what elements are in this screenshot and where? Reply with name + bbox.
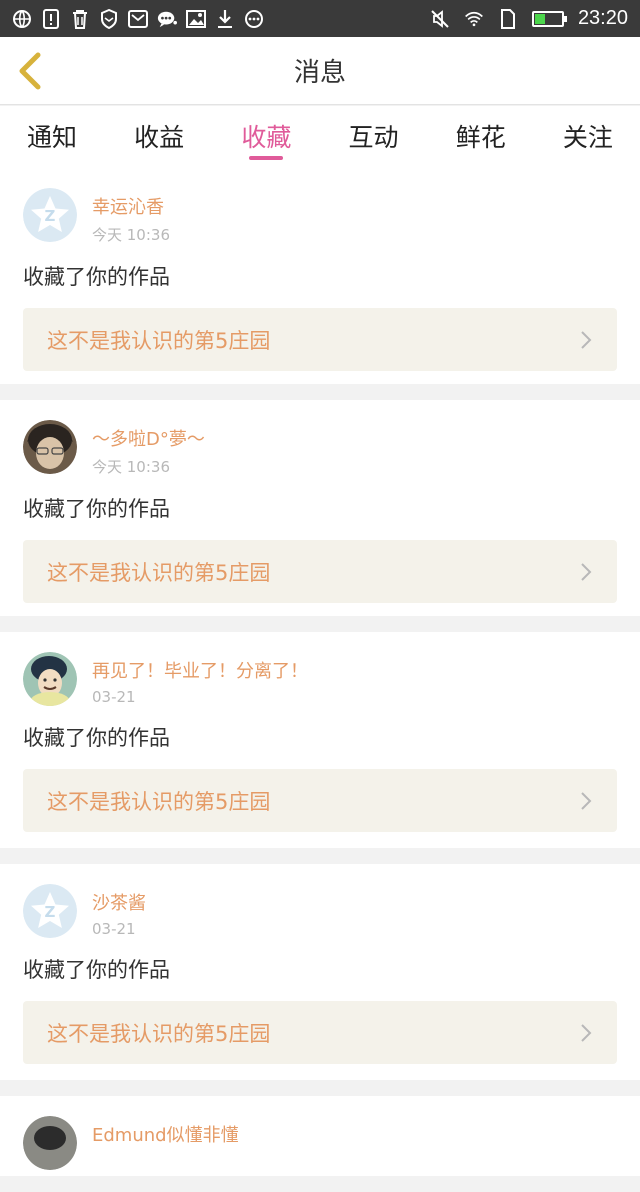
work-link[interactable]: 这不是我认识的第5庄园 bbox=[23, 769, 617, 832]
timestamp: 今天 10:36 bbox=[92, 458, 170, 476]
username[interactable]: 幸运沁香 bbox=[92, 193, 170, 219]
status-bar-notifications bbox=[12, 8, 264, 29]
work-link[interactable]: 这不是我认识的第5庄园 bbox=[23, 540, 617, 603]
chevron-right-icon bbox=[579, 561, 593, 583]
svg-text:Z: Z bbox=[45, 903, 56, 921]
chevron-right-icon bbox=[579, 790, 593, 812]
list-item: ～多啦D°夢～ 今天 10:36 收藏了你的作品 这不是我认识的第5庄园 bbox=[0, 400, 640, 616]
list-item: Z 幸运沁香 今天 10:36 收藏了你的作品 这不是我认识的第5庄园 bbox=[0, 168, 640, 384]
action-text: 收藏了你的作品 bbox=[23, 726, 170, 750]
work-title: 这不是我认识的第5庄园 bbox=[47, 789, 271, 814]
timestamp: 03-21 bbox=[92, 688, 136, 706]
avatar[interactable]: Z bbox=[23, 884, 77, 938]
chevron-right-icon bbox=[579, 329, 593, 351]
timestamp: 03-21 bbox=[92, 920, 136, 938]
action-text: 收藏了你的作品 bbox=[23, 497, 170, 521]
avatar[interactable] bbox=[23, 420, 77, 474]
sim-icon bbox=[498, 8, 518, 29]
tab-favorites[interactable]: 收藏 bbox=[238, 106, 294, 168]
action-text: 收藏了你的作品 bbox=[23, 958, 170, 982]
work-title: 这不是我认识的第5庄园 bbox=[47, 1021, 271, 1046]
work-link[interactable]: 这不是我认识的第5庄园 bbox=[23, 308, 617, 371]
tab-notifications[interactable]: 通知 bbox=[24, 106, 80, 168]
avatar[interactable]: Z bbox=[23, 188, 77, 242]
download-icon bbox=[215, 9, 235, 29]
globe-icon bbox=[12, 9, 32, 29]
list-item: Edmund似懂非懂 bbox=[0, 1096, 640, 1176]
username[interactable]: 再见了！毕业了！分离了！ bbox=[92, 657, 308, 683]
timestamp: 今天 10:36 bbox=[92, 226, 170, 244]
image-icon bbox=[186, 9, 206, 29]
mail-icon bbox=[128, 9, 148, 29]
favorites-feed: Z 幸运沁香 今天 10:36 收藏了你的作品 这不是我认识的第5庄园 ～多啦D… bbox=[0, 168, 640, 1192]
trash-icon bbox=[70, 9, 90, 29]
username[interactable]: ～多啦D°夢～ bbox=[92, 425, 205, 451]
mute-icon bbox=[430, 9, 450, 29]
svg-text:Z: Z bbox=[45, 207, 56, 225]
status-bar-system: 23:20 bbox=[430, 7, 628, 30]
page-title: 消息 bbox=[293, 58, 346, 88]
chevron-right-icon bbox=[579, 1022, 593, 1044]
username[interactable]: 沙茶酱 bbox=[92, 889, 146, 915]
list-item: 再见了！毕业了！分离了！ 03-21 收藏了你的作品 这不是我认识的第5庄园 bbox=[0, 632, 640, 848]
tab-flowers[interactable]: 鲜花 bbox=[453, 106, 509, 168]
battery-icon bbox=[531, 10, 567, 27]
avatar[interactable] bbox=[23, 1116, 77, 1170]
top-nav-bar: 消息 bbox=[0, 37, 640, 105]
tab-interactions[interactable]: 互动 bbox=[346, 106, 402, 168]
work-title: 这不是我认识的第5庄园 bbox=[47, 328, 271, 353]
tab-earnings[interactable]: 收益 bbox=[131, 106, 187, 168]
action-text: 收藏了你的作品 bbox=[23, 265, 170, 289]
username[interactable]: Edmund似懂非懂 bbox=[92, 1121, 239, 1147]
clock: 23:20 bbox=[577, 7, 628, 29]
work-title: 这不是我认识的第5庄园 bbox=[47, 560, 271, 585]
avatar[interactable] bbox=[23, 652, 77, 706]
shield-icon bbox=[99, 8, 119, 29]
work-link[interactable]: 这不是我认识的第5庄园 bbox=[23, 1001, 617, 1064]
chat-icon bbox=[157, 9, 177, 29]
alert-icon bbox=[41, 8, 61, 29]
more-icon bbox=[244, 9, 264, 29]
back-arrow-icon[interactable] bbox=[12, 51, 48, 91]
status-bar: 23:20 bbox=[0, 0, 640, 37]
tab-follows[interactable]: 关注 bbox=[560, 106, 616, 168]
wifi-icon bbox=[464, 9, 484, 29]
list-item: Z 沙茶酱 03-21 收藏了你的作品 这不是我认识的第5庄园 bbox=[0, 864, 640, 1080]
message-tabs: 通知 收益 收藏 互动 鲜花 关注 bbox=[0, 106, 640, 168]
